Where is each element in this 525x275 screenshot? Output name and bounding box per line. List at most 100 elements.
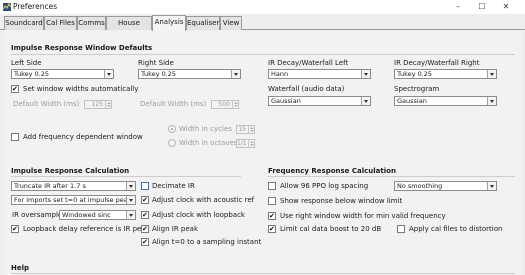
chevron-down-icon	[126, 211, 135, 219]
chevron-down-icon	[487, 97, 496, 105]
tab-comms[interactable]: Comms	[77, 16, 106, 30]
ir-decay-left-value: Hann	[271, 70, 289, 78]
ir-decay-left-select[interactable]: Hann	[268, 69, 371, 79]
limit-cal-boost-label: Limit cal data boost to 20 dB	[280, 225, 382, 233]
adjust-loopback-checkbox[interactable]	[141, 210, 149, 220]
smoothing-select[interactable]: No smoothing	[394, 181, 497, 191]
left-side-select[interactable]: Tukey 0.25	[11, 69, 114, 79]
oversampler-select[interactable]: Windowed sinc	[59, 210, 136, 220]
tab-view[interactable]: View	[220, 16, 242, 30]
oversampler-value: Windowed sinc	[62, 211, 111, 219]
tab-soundcard[interactable]: Soundcard	[4, 16, 44, 30]
waterfall-label: Waterfall (audio data)	[268, 85, 345, 93]
close-icon[interactable]: ✕	[500, 1, 512, 13]
width-cycles-label: Width in cycles	[179, 125, 232, 133]
set-window-auto-label: Set window widths automatically	[23, 85, 139, 93]
waterfall-select[interactable]: Gaussian	[268, 96, 371, 106]
add-freq-dependent-checkbox[interactable]	[11, 133, 19, 141]
decimate-ir-label: Decimate IR	[152, 182, 195, 190]
divider	[268, 176, 515, 177]
chevron-down-icon	[361, 70, 370, 78]
section-title-help: Help	[11, 264, 30, 272]
title-bar: Preferences – ☐ ✕	[0, 0, 525, 14]
analysis-panel: Impulse Response Window Defaults Left Si…	[4, 31, 521, 275]
add-freq-dependent-label: Add frequency dependent window	[23, 133, 143, 141]
ir-decay-right-select[interactable]: Tukey 0.25	[394, 69, 497, 79]
smoothing-value: No smoothing	[397, 182, 443, 190]
minimize-icon[interactable]: –	[452, 1, 464, 13]
divider	[11, 54, 515, 55]
width-cycles-radio[interactable]	[168, 125, 176, 133]
set-window-auto-checkbox[interactable]	[11, 84, 19, 94]
divider	[11, 176, 241, 177]
chevron-down-icon	[487, 70, 496, 78]
spectrogram-value: Gaussian	[397, 97, 427, 105]
waterfall-value: Gaussian	[271, 97, 301, 105]
apply-cal-distortion-checkbox[interactable]	[397, 225, 405, 233]
tab-cal-files[interactable]: Cal Files	[44, 16, 77, 30]
default-width-right-spinner[interactable]: 500	[211, 100, 239, 109]
allow-96ppo-checkbox[interactable]	[268, 182, 276, 190]
section-title-ir-window: Impulse Response Window Defaults	[11, 44, 153, 52]
default-width-right-label: Default Width (ms)	[140, 100, 207, 108]
align-ir-peak-label: Align IR peak	[152, 225, 199, 233]
default-width-right-value: 500	[218, 101, 230, 108]
align-ir-peak-checkbox[interactable]	[141, 224, 149, 234]
imports-t0-value: For imports set t=0 at impulse peak	[14, 196, 132, 204]
spectrogram-select[interactable]: Gaussian	[394, 96, 497, 106]
divider	[11, 273, 515, 274]
default-width-left-value: 125	[91, 101, 103, 108]
align-t0-label: Align t=0 to a sampling instant	[152, 238, 262, 246]
spinner-arrows-icon	[105, 101, 111, 108]
use-right-width-checkbox[interactable]	[268, 211, 276, 221]
right-side-select[interactable]: Tukey 0.25	[138, 69, 241, 79]
show-below-limit-checkbox[interactable]	[268, 197, 276, 205]
ir-decay-left-label: IR Decay/Waterfall Left	[268, 59, 349, 67]
tab-analysis[interactable]: Analysis	[152, 15, 186, 31]
use-right-width-label: Use right window width for min valid fre…	[280, 212, 446, 220]
right-side-value: Tukey 0.25	[141, 70, 177, 78]
maximize-icon[interactable]: ☐	[476, 1, 488, 13]
chevron-down-icon	[126, 196, 135, 204]
show-below-limit-label: Show response below window limit	[280, 197, 403, 205]
adjust-acoustic-checkbox[interactable]	[141, 195, 149, 205]
allow-96ppo-label: Allow 96 PPO log spacing	[280, 182, 369, 190]
default-width-left-spinner[interactable]: 125	[84, 100, 112, 109]
chevron-down-icon	[126, 182, 135, 190]
section-title-ir-calc: Impulse Response Calculation	[11, 167, 130, 175]
width-cycles-spinner[interactable]: 15	[236, 125, 255, 134]
tab-bar: Soundcard Cal Files Comms House Curve An…	[0, 14, 525, 39]
default-width-left-label: Default Width (ms)	[13, 100, 80, 108]
tab-house-curve[interactable]: House Curve	[106, 16, 152, 39]
section-title-freq-calc: Frequency Response Calculation	[268, 167, 396, 175]
width-octaves-radio[interactable]	[168, 139, 176, 147]
imports-t0-select[interactable]: For imports set t=0 at impulse peak	[11, 195, 136, 205]
adjust-loopback-label: Adjust clock with loopback	[152, 211, 245, 219]
align-t0-checkbox[interactable]	[141, 237, 149, 247]
ir-decay-right-label: IR Decay/Waterfall Right	[394, 59, 480, 67]
ir-decay-right-value: Tukey 0.25	[397, 70, 433, 78]
truncate-value: Truncate IR after 1.7 s	[14, 182, 86, 190]
width-octaves-spinner[interactable]: 1/1	[236, 139, 255, 148]
decimate-ir-checkbox[interactable]	[141, 182, 149, 190]
spinner-arrows-icon	[232, 101, 238, 108]
truncate-select[interactable]: Truncate IR after 1.7 s	[11, 181, 136, 191]
window-title: Preferences	[13, 2, 58, 11]
loopback-ref-checkbox[interactable]	[11, 224, 19, 234]
width-octaves-value: 1/1	[237, 140, 247, 147]
apply-cal-distortion-label: Apply cal files to distortion	[409, 225, 503, 233]
tab-equaliser[interactable]: Equaliser	[186, 16, 220, 30]
width-cycles-value: 15	[238, 126, 246, 133]
spinner-arrows-icon	[248, 140, 254, 147]
spinner-arrows-icon	[248, 126, 254, 133]
loopback-ref-label: Loopback delay reference is IR peak	[23, 225, 150, 233]
adjust-acoustic-label: Adjust clock with acoustic ref	[152, 196, 255, 204]
width-octaves-label: Width in octaves	[179, 139, 238, 147]
chevron-down-icon	[231, 70, 240, 78]
limit-cal-boost-checkbox[interactable]	[268, 224, 276, 234]
app-icon	[3, 3, 11, 11]
right-side-label: Right Side	[138, 59, 174, 67]
chevron-down-icon	[487, 182, 496, 190]
left-side-label: Left Side	[11, 59, 42, 67]
chevron-down-icon	[104, 70, 113, 78]
